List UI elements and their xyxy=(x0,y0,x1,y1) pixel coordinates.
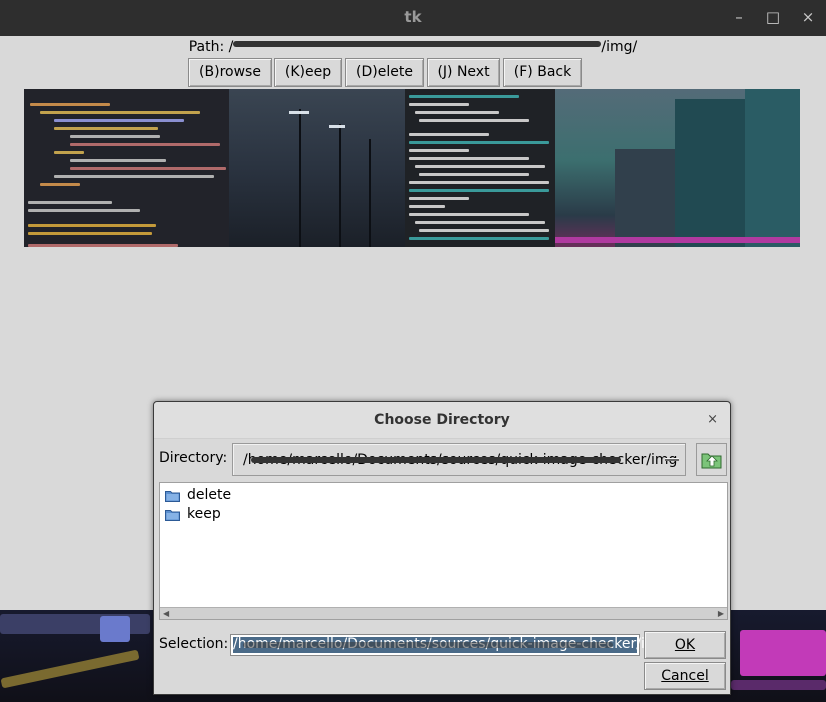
folder-listbox[interactable]: delete keep ◀ ▶ xyxy=(159,482,728,620)
window-titlebar[interactable]: tk – □ × xyxy=(0,0,826,36)
folder-icon xyxy=(165,510,180,521)
dialog-title: Choose Directory xyxy=(374,412,510,428)
delete-button[interactable]: (D)elete xyxy=(345,58,424,87)
maximize-icon[interactable]: □ xyxy=(761,6,785,28)
folder-up-icon xyxy=(701,453,722,469)
keep-button[interactable]: (K)eep xyxy=(274,58,342,87)
preview-city-panel xyxy=(555,89,800,247)
dialog-close-icon[interactable]: × xyxy=(707,412,718,427)
folder-up-button[interactable] xyxy=(696,443,727,476)
choose-directory-dialog: Choose Directory × Directory: /home/marc… xyxy=(153,401,731,695)
selection-label: Selection: xyxy=(159,636,229,652)
path-redacted xyxy=(233,37,602,51)
ok-button[interactable]: OK xyxy=(644,631,726,659)
selection-input[interactable]: /home/marcello/Documents/sources/quick-i… xyxy=(230,634,667,656)
horizontal-scrollbar[interactable]: ◀ ▶ xyxy=(160,607,727,619)
folder-icon xyxy=(165,491,180,502)
directory-redaction xyxy=(251,453,621,467)
cancel-button[interactable]: Cancel xyxy=(644,662,726,690)
preview-terminal-panel xyxy=(405,89,555,247)
next-button[interactable]: (J) Next xyxy=(427,58,500,87)
selection-redaction xyxy=(243,639,613,651)
scroll-right-icon[interactable]: ▶ xyxy=(718,609,724,618)
folder-name: keep xyxy=(187,506,221,522)
directory-combobox[interactable]: /home/marcello/Documents/sources/quick-i… xyxy=(232,443,686,476)
close-icon[interactable]: × xyxy=(796,6,820,28)
preview-code-panel xyxy=(24,89,229,247)
combobox-dropdown-icon[interactable] xyxy=(665,458,679,461)
back-button[interactable]: (F) Back xyxy=(503,58,582,87)
path-value-end: /img/ xyxy=(601,39,638,55)
window-title: tk xyxy=(404,8,422,26)
preview-street-panel xyxy=(229,89,405,247)
path-label: Path: //img/ xyxy=(0,37,826,55)
browse-button[interactable]: (B)rowse xyxy=(188,58,272,87)
path-prefix: Path: xyxy=(188,39,225,55)
image-preview xyxy=(24,89,800,247)
directory-label: Directory: xyxy=(159,450,228,466)
minimize-icon[interactable]: – xyxy=(727,6,751,28)
scroll-left-icon[interactable]: ◀ xyxy=(163,609,169,618)
dialog-titlebar[interactable]: Choose Directory × xyxy=(154,402,730,439)
folder-name: delete xyxy=(187,487,232,503)
